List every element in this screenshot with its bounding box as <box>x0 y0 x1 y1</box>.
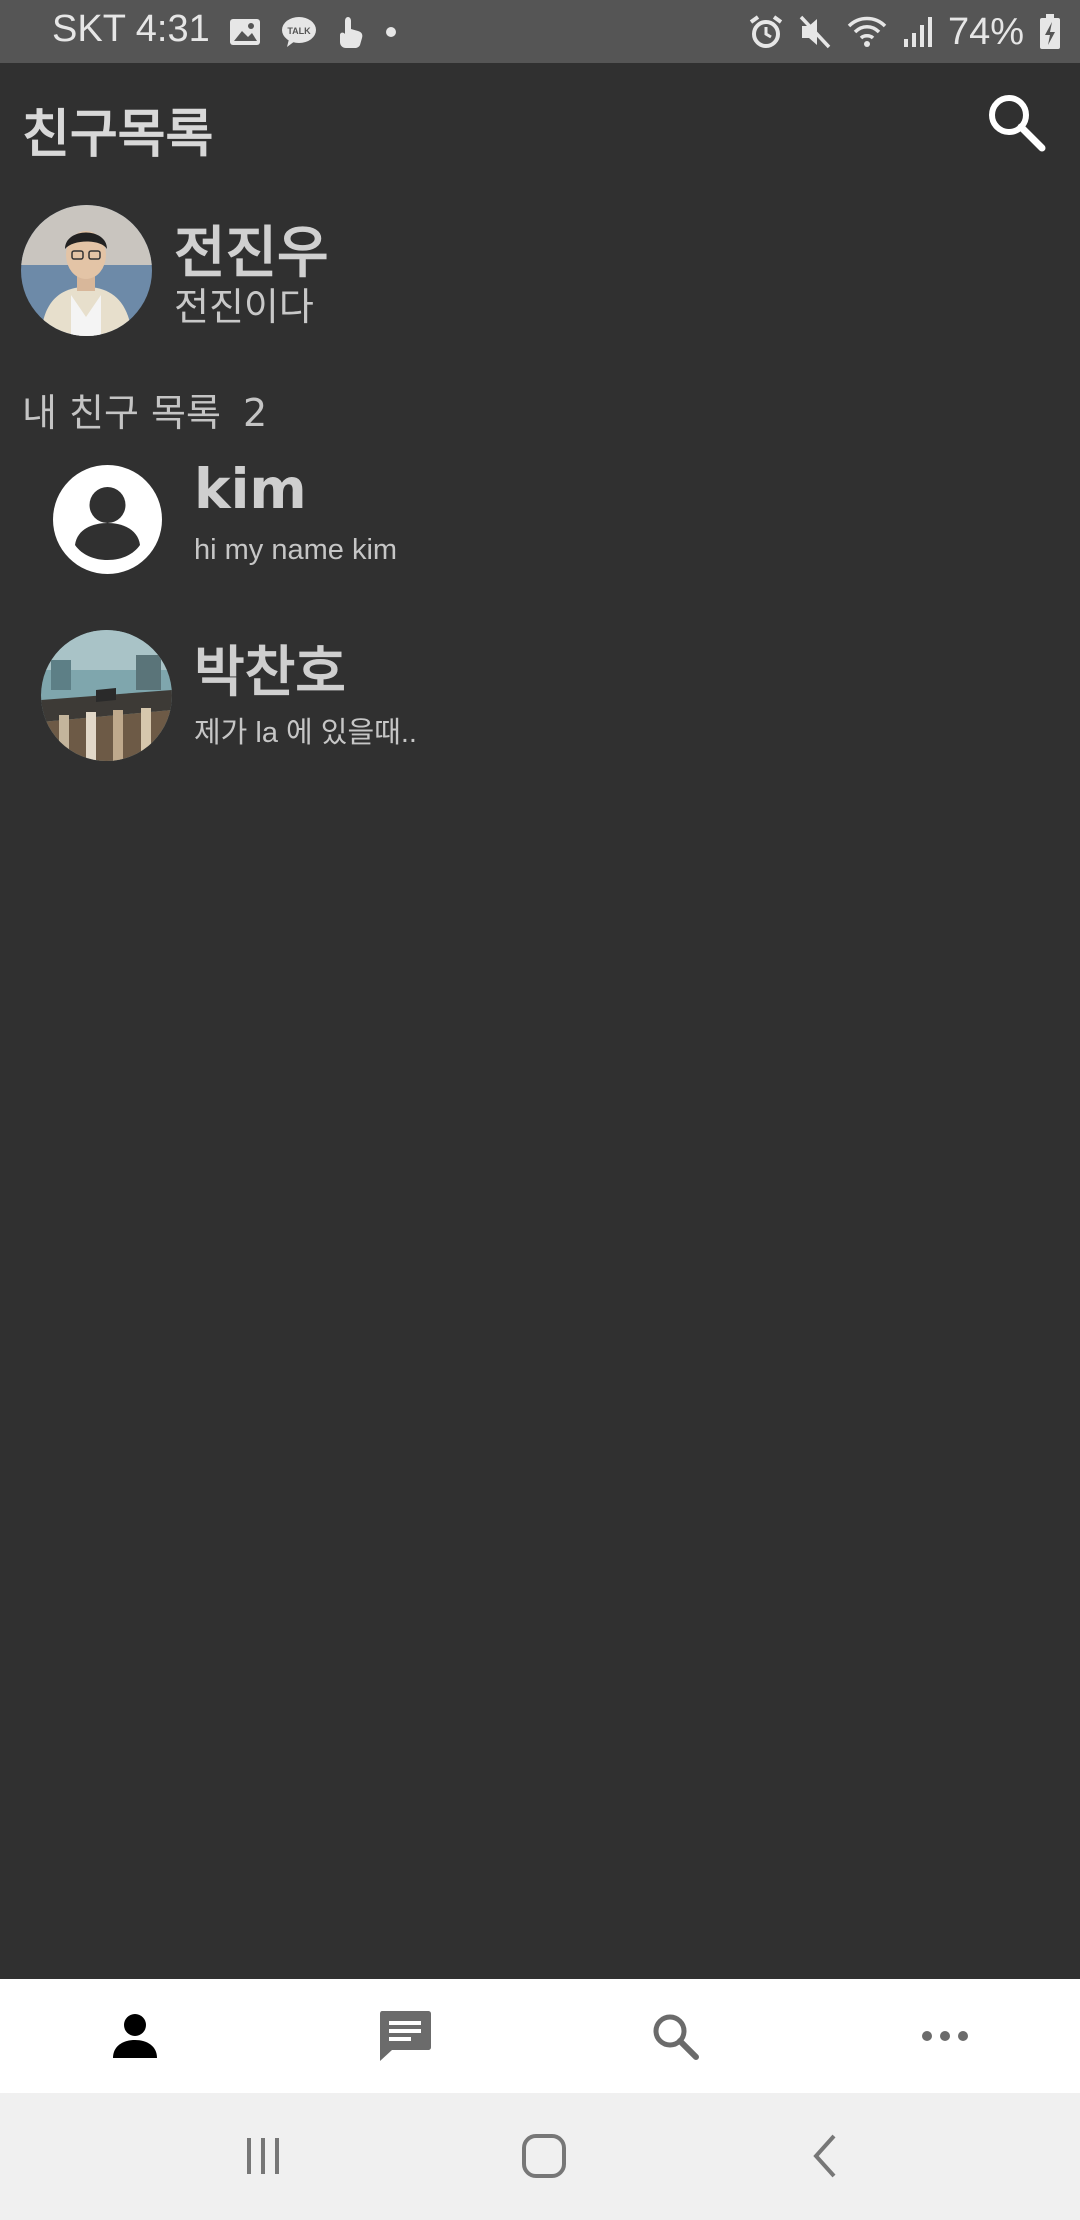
my-avatar <box>21 205 152 336</box>
svg-text:TALK: TALK <box>287 26 311 36</box>
system-status-icons: 74% <box>748 10 1062 54</box>
battery-charging-icon <box>1040 14 1060 49</box>
tab-chats[interactable] <box>270 1979 540 2093</box>
friend-name: 박찬호 <box>194 640 346 704</box>
friend-name: kim <box>194 457 307 521</box>
list-item[interactable]: 박찬호 제가 la 에 있을때.. <box>0 625 1080 775</box>
mute-icon <box>799 15 831 49</box>
home-button[interactable] <box>504 2123 584 2189</box>
tab-more[interactable] <box>810 1979 1080 2093</box>
dot-icon <box>386 27 396 37</box>
carrier-time: SKT 4:31 <box>52 8 210 50</box>
tab-friends[interactable] <box>0 1979 270 2093</box>
my-profile[interactable]: 전진우 전진이다 <box>0 195 1080 345</box>
page-title: 친구목록 <box>22 105 214 165</box>
alarm-icon <box>749 15 783 48</box>
friends-count: 2 <box>242 391 268 435</box>
back-button[interactable] <box>786 2123 866 2189</box>
search-icon <box>653 2014 699 2060</box>
search-button[interactable] <box>984 90 1048 154</box>
system-navigation-bar <box>0 2093 1080 2220</box>
friend-status-message: hi my name kim <box>194 534 398 566</box>
chat-icon <box>380 2011 431 2061</box>
recent-apps-button[interactable] <box>223 2123 303 2189</box>
wifi-icon <box>847 16 887 47</box>
status-bar: SKT 4:31 TALK 74% <box>0 0 1080 63</box>
back-icon <box>813 2134 836 2178</box>
friend-avatar <box>53 465 162 574</box>
search-icon <box>989 95 1046 152</box>
friends-section-header: 내 친구 목록 2 <box>22 382 267 437</box>
list-item[interactable]: kim hi my name kim <box>0 455 1080 605</box>
battery-percent: 74% <box>947 10 1024 53</box>
signal-icon <box>903 17 932 47</box>
friend-status-message: 제가 la 에 있을때.. <box>194 717 417 749</box>
hand-icon <box>340 17 363 48</box>
my-status-message: 전진이다 <box>174 285 314 329</box>
friend-avatar <box>41 630 172 761</box>
more-icon <box>922 2031 968 2041</box>
bottom-navigation <box>0 1979 1080 2093</box>
home-icon <box>522 2134 566 2178</box>
recent-apps-icon <box>247 2138 279 2174</box>
notification-icons: TALK <box>228 14 398 50</box>
person-icon <box>113 2014 157 2058</box>
default-person-icon <box>53 465 162 574</box>
kakaotalk-icon: TALK <box>282 17 316 47</box>
gallery-icon <box>230 19 260 45</box>
friends-section-label: 내 친구 목록 <box>22 391 221 435</box>
tab-search[interactable] <box>540 1979 810 2093</box>
